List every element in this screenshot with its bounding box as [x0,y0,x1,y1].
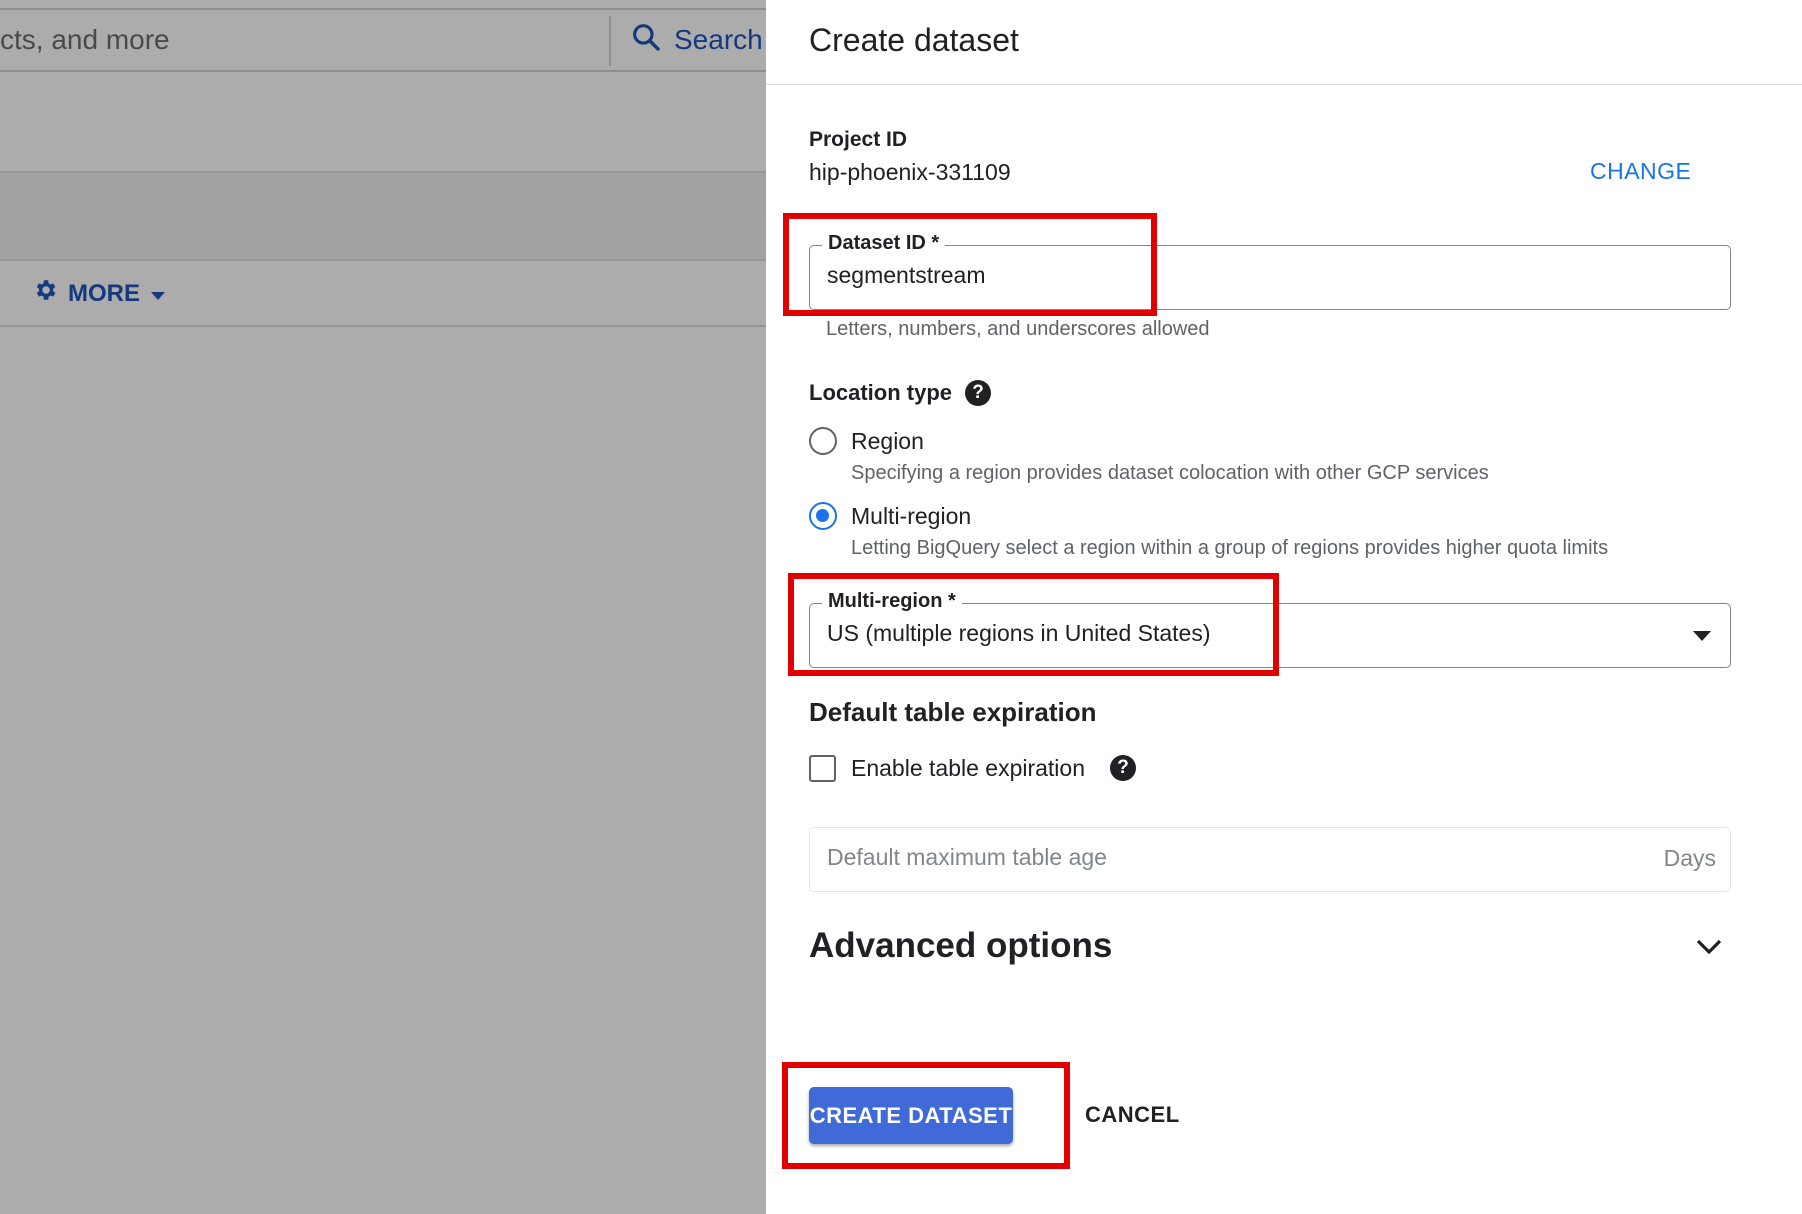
dataset-id-hint: Letters, numbers, and underscores allowe… [826,318,1210,340]
background-actions-row: MORE [0,261,766,327]
search-divider [609,16,611,66]
background-tab-strip [0,173,766,261]
multi-region-description: Letting BigQuery select a region within … [851,537,1609,559]
dataset-id-label: Dataset ID * [822,232,946,255]
region-radio-label[interactable]: Region [851,428,924,455]
dropdown-arrow-icon [1692,629,1712,647]
background-toolbar [0,83,766,173]
multi-region-selected-value: US (multiple regions in United States) [827,620,1211,646]
enable-expiration-checkbox[interactable] [809,755,836,782]
location-type-help-icon[interactable]: ? [965,380,991,406]
caret-down-icon [150,280,166,308]
dataset-id-input[interactable]: segmentstream [827,262,986,289]
dataset-id-field[interactable]: Dataset ID * segmentstream [809,232,1731,310]
gear-icon [32,277,58,310]
search-icon [630,21,662,60]
project-id-label: Project ID [809,128,908,151]
search-button[interactable]: Search [630,18,763,62]
max-table-age-field: Default maximum table age Days [809,827,1731,892]
region-radio[interactable] [809,427,837,455]
multi-region-radio-label[interactable]: Multi-region [851,503,971,530]
chevron-down-icon[interactable] [1695,938,1723,961]
project-id-value: hip-phoenix-331109 [809,159,1011,185]
table-expiration-help-icon[interactable]: ? [1110,755,1136,781]
create-dataset-panel: Create dataset Project ID hip-phoenix-33… [766,0,1802,1214]
change-project-button[interactable]: CHANGE [1590,158,1691,185]
region-description: Specifying a region provides dataset col… [851,462,1489,484]
panel-title: Create dataset [809,22,1019,58]
cancel-button[interactable]: CANCEL [1085,1102,1180,1128]
search-bar: cts, and more Search [0,8,766,72]
enable-expiration-label[interactable]: Enable table expiration [851,755,1085,782]
advanced-options-toggle[interactable]: Advanced options [809,926,1112,966]
multi-region-radio[interactable] [809,502,837,530]
max-table-age-input: Default maximum table age [827,844,1107,870]
create-dataset-button[interactable]: CREATE DATASET [809,1087,1013,1144]
multi-region-select-label: Multi-region * [822,590,962,613]
multi-region-select[interactable]: Multi-region * US (multiple regions in U… [809,590,1731,668]
search-input[interactable]: cts, and more [0,24,170,56]
search-button-label: Search [674,24,763,55]
location-type-label: Location type [809,380,953,405]
table-expiration-heading: Default table expiration [809,697,1097,727]
background-overlay: cts, and more Search MORE [0,0,766,1214]
max-table-age-suffix: Days [1663,845,1716,871]
panel-header: Create dataset [766,0,1802,85]
more-button-label: MORE [68,279,140,307]
more-button[interactable]: MORE [32,277,166,310]
